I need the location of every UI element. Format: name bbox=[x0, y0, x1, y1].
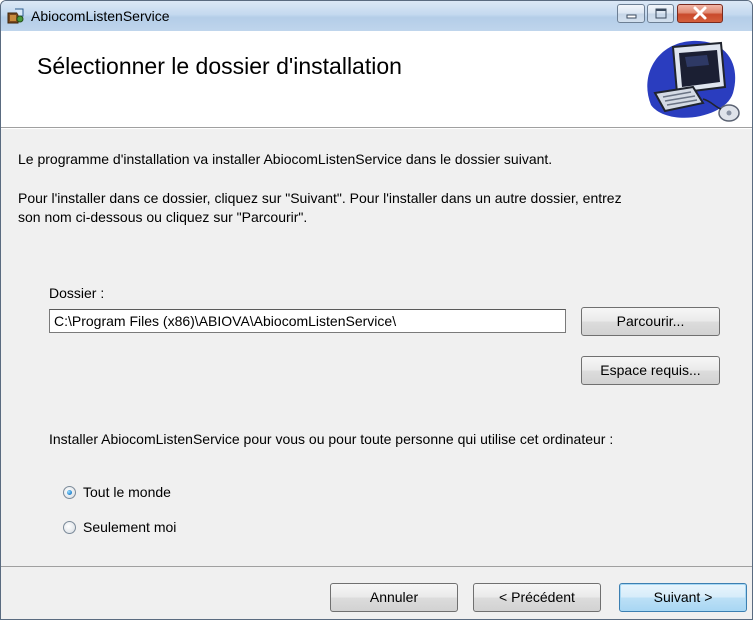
page-title: Sélectionner le dossier d'installation bbox=[37, 53, 402, 79]
window-title: AbiocomListenService bbox=[31, 8, 170, 24]
radio-just-me-label[interactable]: Seulement moi bbox=[83, 519, 176, 535]
minimize-button[interactable] bbox=[617, 4, 645, 23]
minimize-icon bbox=[626, 14, 637, 19]
radio-everyone-label[interactable]: Tout le monde bbox=[83, 484, 171, 500]
browse-button[interactable]: Parcourir... bbox=[581, 307, 720, 336]
radio-everyone[interactable] bbox=[63, 486, 76, 499]
instructions-line-2: son nom ci-dessous ou cliquez sur "Parco… bbox=[18, 209, 308, 225]
radio-selected-dot bbox=[67, 490, 72, 495]
close-button[interactable] bbox=[677, 4, 723, 23]
close-icon bbox=[693, 6, 707, 20]
instructions-line-1: Pour l'installer dans ce dossier, clique… bbox=[18, 190, 622, 206]
intro-text: Le programme d'installation va installer… bbox=[18, 151, 553, 167]
cancel-button[interactable]: Annuler bbox=[330, 583, 458, 612]
installer-package-icon bbox=[7, 8, 24, 24]
maximize-button[interactable] bbox=[647, 4, 674, 23]
computer-setup-icon bbox=[647, 40, 740, 122]
banner-header: Sélectionner le dossier d'installation bbox=[1, 31, 752, 127]
install-for-prompt: Installer AbiocomListenService pour vous… bbox=[49, 431, 614, 447]
folder-path-input[interactable] bbox=[49, 309, 566, 333]
disk-cost-button[interactable]: Espace requis... bbox=[581, 356, 720, 385]
header-divider bbox=[1, 127, 752, 129]
title-bar[interactable]: AbiocomListenService bbox=[1, 1, 752, 31]
button-bar: Annuler < Précédent Suivant > bbox=[1, 567, 752, 619]
back-button[interactable]: < Précédent bbox=[473, 583, 601, 612]
maximize-icon bbox=[655, 8, 667, 19]
folder-label: Dossier : bbox=[49, 285, 105, 301]
installer-window: AbiocomListenService Sélectionner le dos… bbox=[0, 0, 753, 620]
next-button[interactable]: Suivant > bbox=[619, 583, 747, 612]
radio-just-me[interactable] bbox=[63, 521, 76, 534]
